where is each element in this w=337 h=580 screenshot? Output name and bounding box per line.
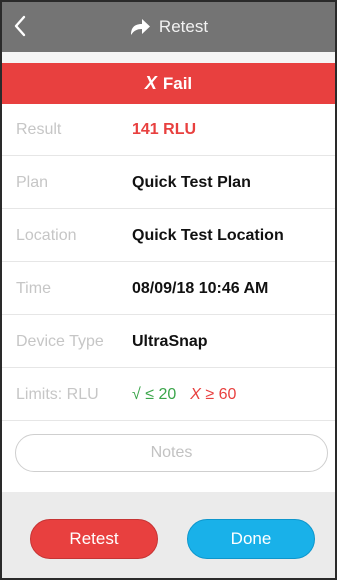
row-device-type: Device Type UltraSnap xyxy=(2,316,335,368)
status-banner: X Fail xyxy=(2,63,335,104)
device-type-value: UltraSnap xyxy=(132,332,208,350)
limits-label: Limits: RLU xyxy=(16,385,99,403)
notes-button[interactable]: Notes xyxy=(15,434,328,472)
result-label: Result xyxy=(16,120,62,138)
check-icon: √ xyxy=(132,385,141,403)
time-value: 08/09/18 10:46 AM xyxy=(132,279,269,297)
x-icon: X xyxy=(190,385,201,403)
footer-bar: Retest Done xyxy=(2,492,335,578)
time-label: Time xyxy=(16,279,51,297)
page-title: Retest xyxy=(158,17,209,36)
app-frame: Retest X Fail Result 141 RLU Plan Quick … xyxy=(0,0,337,580)
row-plan: Plan Quick Test Plan xyxy=(2,157,335,209)
pass-limit: √ ≤ 20 xyxy=(132,386,176,404)
notes-label: Notes xyxy=(150,444,193,461)
row-time: Time 08/09/18 10:46 AM xyxy=(2,263,335,315)
header-spacer xyxy=(2,52,335,63)
top-bar: Retest xyxy=(2,2,335,52)
x-icon: X xyxy=(144,73,157,93)
header-title-group[interactable]: Retest xyxy=(2,2,335,52)
result-value: 141 RLU xyxy=(132,120,197,138)
plan-label: Plan xyxy=(16,173,49,191)
fail-limit: X ≥ 60 xyxy=(190,386,236,404)
retest-button[interactable]: Retest xyxy=(30,519,158,559)
row-result: Result 141 RLU xyxy=(2,104,335,156)
fail-limit-value: ≥ 60 xyxy=(205,385,237,403)
limits-values: √ ≤ 20 X ≥ 60 xyxy=(132,386,236,404)
location-value: Quick Test Location xyxy=(132,226,284,244)
done-button[interactable]: Done xyxy=(187,519,315,559)
location-label: Location xyxy=(16,226,77,244)
row-limits: Limits: RLU √ ≤ 20 X ≥ 60 xyxy=(2,369,335,421)
share-arrow-icon xyxy=(130,19,150,35)
status-label: Fail xyxy=(162,73,193,93)
done-label: Done xyxy=(230,529,272,548)
plan-value: Quick Test Plan xyxy=(132,173,251,191)
retest-label: Retest xyxy=(69,529,119,548)
row-location: Location Quick Test Location xyxy=(2,210,335,262)
pass-limit-value: ≤ 20 xyxy=(145,385,177,403)
device-type-label: Device Type xyxy=(16,332,104,350)
